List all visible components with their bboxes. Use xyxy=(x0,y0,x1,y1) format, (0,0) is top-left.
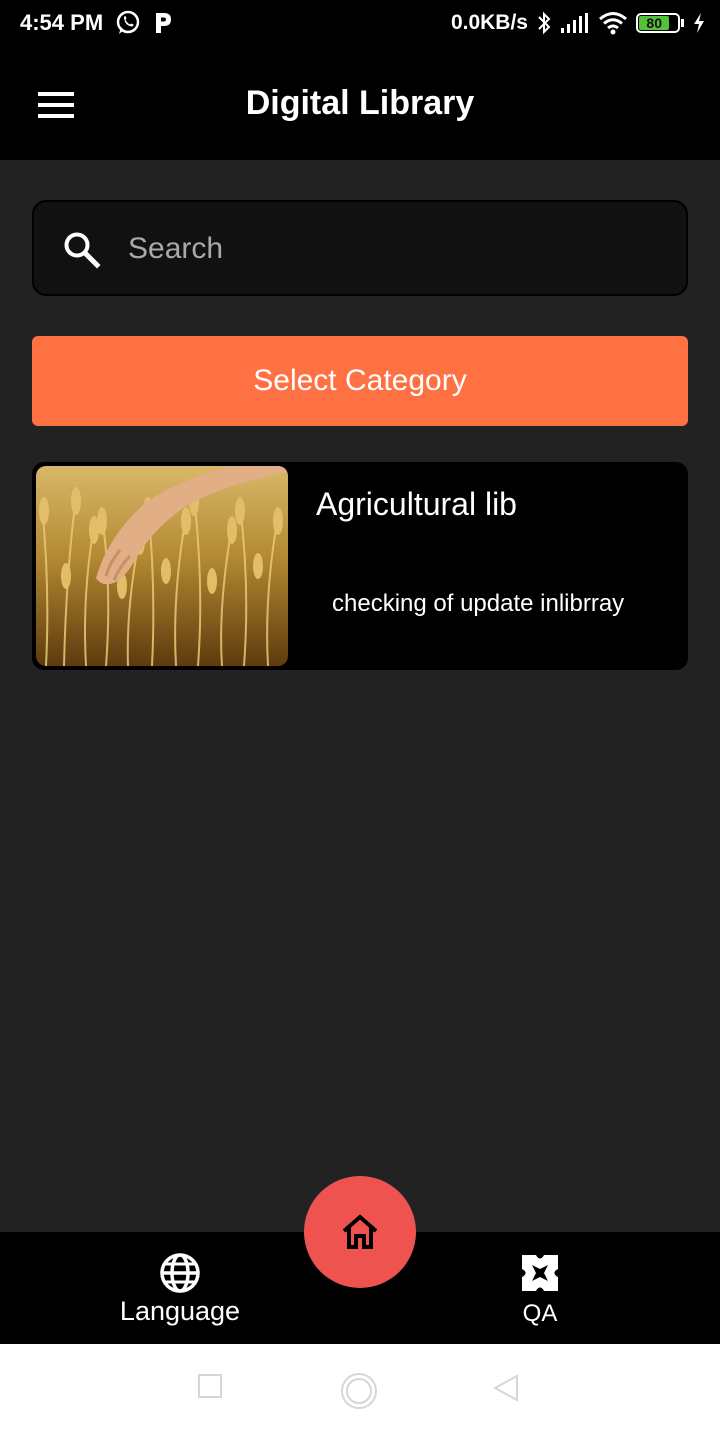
status-bar: 4:54 PM 0.0KB/s 80 xyxy=(0,0,720,50)
battery-fill: 80 xyxy=(639,15,670,31)
status-left: 4:54 PM xyxy=(20,10,173,36)
battery-level: 80 xyxy=(646,15,662,31)
wifi-icon xyxy=(599,12,627,35)
p-app-icon xyxy=(156,13,172,33)
whatsapp-icon xyxy=(116,10,140,34)
nav-language-label: Language xyxy=(119,1296,241,1326)
back-triangle-icon[interactable] xyxy=(492,1374,520,1402)
bluetooth-icon xyxy=(538,11,551,35)
page-title: Digital Library xyxy=(245,84,475,122)
search-box[interactable] xyxy=(32,200,688,296)
library-card-image xyxy=(36,466,288,666)
home-icon xyxy=(342,1214,378,1249)
network-speed: 0.0KB/s xyxy=(450,11,528,34)
puzzle-qa-icon xyxy=(522,1255,558,1291)
globe-icon xyxy=(160,1253,200,1293)
library-card[interactable]: Agricultural lib checking of update inli… xyxy=(32,462,688,670)
search-input[interactable] xyxy=(128,222,648,276)
nav-language[interactable]: Language xyxy=(100,1232,260,1344)
recents-square-icon[interactable] xyxy=(198,1374,222,1398)
charging-bolt-icon xyxy=(694,13,704,33)
wheat-field-image xyxy=(36,466,288,666)
status-time: 4:54 PM xyxy=(20,10,104,35)
app-bar: Digital Library xyxy=(0,50,720,160)
signal-icon xyxy=(561,13,588,33)
battery-tip xyxy=(681,19,684,27)
battery-indicator: 80 xyxy=(636,13,684,33)
search-icon xyxy=(64,232,101,269)
battery-body: 80 xyxy=(636,13,680,33)
library-card-description: checking of update inlibrray xyxy=(332,590,625,617)
system-nav-bar xyxy=(0,1344,720,1440)
nav-qa[interactable]: QA xyxy=(480,1232,600,1344)
library-card-title: Agricultural lib xyxy=(316,486,517,522)
status-right: 0.0KB/s 80 xyxy=(451,10,706,36)
home-button[interactable] xyxy=(304,1176,416,1288)
system-home-circle-icon[interactable] xyxy=(340,1372,378,1410)
nav-qa-label: QA xyxy=(522,1300,558,1327)
select-category-button[interactable]: Select Category xyxy=(32,336,688,426)
